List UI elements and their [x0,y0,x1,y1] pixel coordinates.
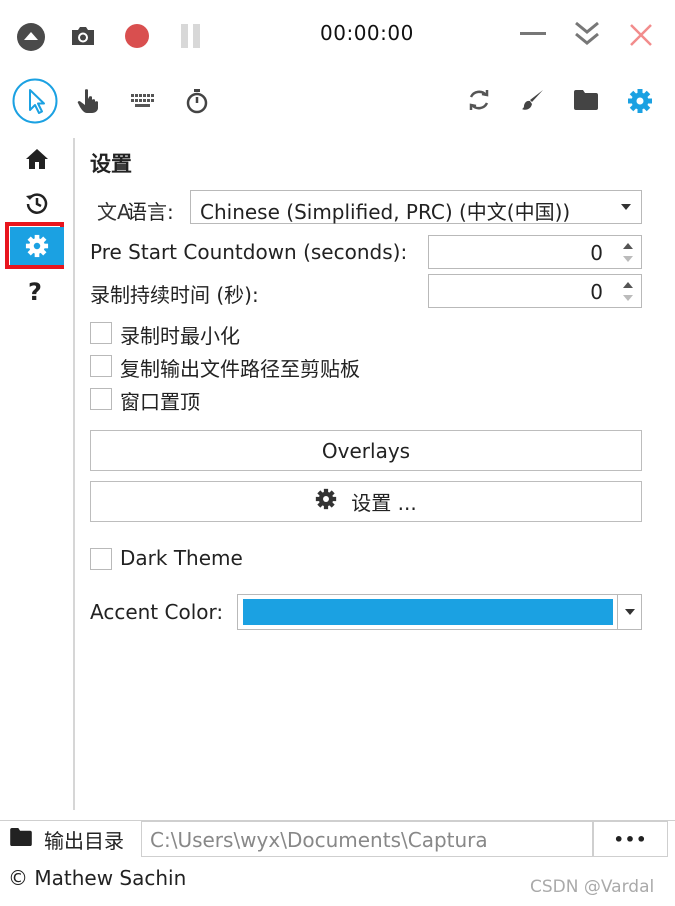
countdown-value: 0 [590,241,603,265]
pause-icon[interactable] [180,23,202,49]
nav-settings-gear-icon[interactable] [10,227,64,265]
collapse-up-icon[interactable] [16,22,46,52]
home-icon[interactable] [25,148,49,170]
countdown-label: Pre Start Countdown (seconds): [90,240,408,264]
spin-down-icon[interactable] [623,256,633,262]
minimize-on-record-label: 录制时最小化 [120,324,240,348]
dark-theme-checkbox[interactable] [90,548,112,570]
countdown-input[interactable]: 0 [428,235,642,269]
accent-color-label: Accent Color: [90,600,224,624]
settings-button-label: 设置 ... [351,491,417,515]
folder-icon [10,828,32,850]
help-icon[interactable]: ? [28,278,42,306]
gear-icon [315,488,337,515]
overlays-button[interactable]: Overlays [90,430,642,471]
more-icon: ••• [613,829,648,849]
copyright-text: © Mathew Sachin [8,866,187,890]
spin-up-icon[interactable] [623,243,633,249]
output-folder-label: 输出目录 [44,828,124,853]
cursor-tool-icon[interactable] [12,78,58,124]
always-on-top-checkbox[interactable] [90,388,112,410]
folder-icon[interactable] [574,90,598,110]
refresh-icon[interactable] [467,88,491,112]
duration-input[interactable]: 0 [428,274,642,308]
timer-display: 00:00:00 [320,21,414,45]
output-folder-button[interactable]: 输出目录 [0,821,140,857]
translate-icon: 文A [97,200,131,224]
language-value: Chinese (Simplified, PRC) (中文(中国)) [200,200,571,224]
settings-button[interactable]: 设置 ... [90,481,642,522]
record-icon[interactable] [124,23,150,49]
chevron-down-icon [625,609,635,615]
minimize-icon[interactable] [520,32,546,36]
accent-color-swatch [243,599,613,625]
dark-theme-label: Dark Theme [120,546,243,570]
spin-up-icon[interactable] [623,282,633,288]
page-title: 设置 [90,152,132,176]
chevron-down-icon [621,204,631,210]
stopwatch-icon[interactable] [186,88,208,114]
watermark-text: CSDN @Vardal [530,877,655,897]
accent-color-picker[interactable] [237,594,642,630]
minimize-on-record-checkbox[interactable] [90,322,112,344]
gear-icon[interactable] [627,88,653,114]
always-on-top-label: 窗口置顶 [120,390,200,414]
output-path-field[interactable]: C:\Users\wyx\Documents\Captura [141,821,593,857]
copy-path-label: 复制输出文件路径至剪贴板 [120,357,360,381]
keyboard-icon[interactable] [131,94,155,108]
nav-divider [73,138,75,810]
copy-path-checkbox[interactable] [90,355,112,377]
more-options-button[interactable]: ••• [593,821,668,857]
close-icon[interactable] [629,23,653,47]
overlays-label: Overlays [321,438,411,463]
spin-down-icon[interactable] [623,295,633,301]
duration-value: 0 [590,280,603,304]
hand-click-icon[interactable] [77,88,101,114]
duration-label: 录制持续时间 (秒): [90,283,259,307]
brush-icon[interactable] [521,88,545,112]
language-select[interactable]: Chinese (Simplified, PRC) (中文(中国)) [190,190,642,224]
accent-dropdown-divider [617,595,618,629]
camera-icon[interactable] [70,24,96,48]
history-icon[interactable] [25,191,49,215]
language-label: 语言: [127,200,174,224]
double-chevron-down-icon[interactable] [574,20,600,48]
output-path-value: C:\Users\wyx\Documents\Captura [150,828,488,852]
